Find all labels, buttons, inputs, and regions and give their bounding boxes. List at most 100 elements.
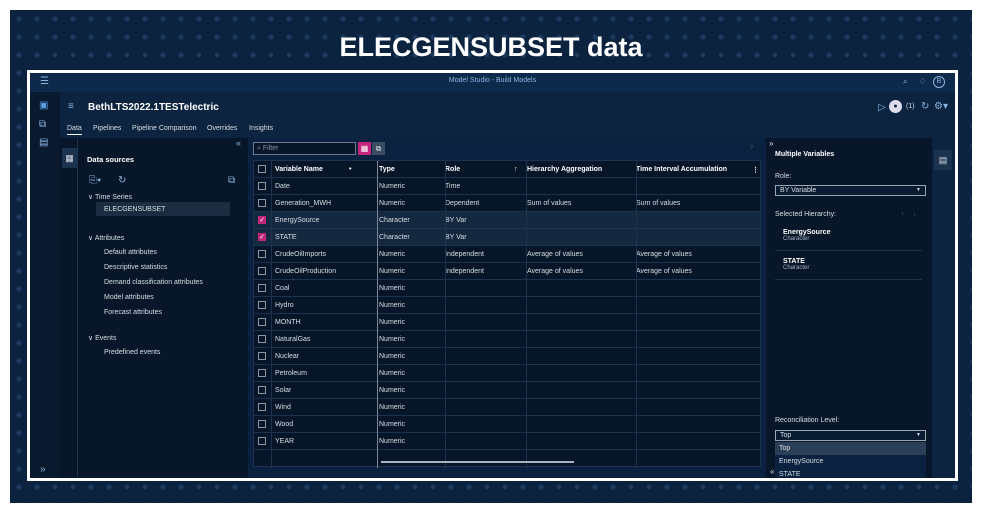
column-divider (526, 161, 527, 468)
refresh-icon[interactable]: ↻ (118, 175, 126, 186)
horizontal-scrollbar[interactable] (381, 461, 574, 463)
attributes-group[interactable]: ∨ Attributes (88, 234, 124, 242)
collapse-icon[interactable]: « (236, 138, 241, 148)
dropdown-option[interactable]: EnergySource (775, 455, 926, 468)
expand-icon[interactable]: » (40, 464, 46, 475)
user-avatar[interactable]: B (933, 76, 945, 88)
cell-type: Numeric (379, 251, 406, 258)
role-select[interactable]: BY Variable ▼ (775, 185, 926, 196)
cell-type: Numeric (379, 421, 406, 428)
table-row[interactable]: ✓ STATE Character BY Var (254, 229, 760, 246)
list-icon[interactable]: ≡ (68, 101, 74, 112)
table-row[interactable]: CrudeOilImports Numeric Independent Average… (254, 246, 760, 263)
table-row[interactable]: NaturalGas Numeric (254, 331, 760, 348)
table-row[interactable]: Wind Numeric (254, 399, 760, 416)
expand-panel-icon[interactable]: » (769, 139, 773, 148)
table-row[interactable]: Nuclear Numeric (254, 348, 760, 365)
filter-icon[interactable]: ▿ (750, 143, 754, 151)
dropdown-option[interactable]: Top (775, 442, 926, 455)
table-row[interactable]: Solar Numeric (254, 382, 760, 399)
slide-background: ELECGENSUBSET data ☰ Model Studio - Buil… (10, 10, 972, 503)
table-row[interactable]: CrudeOilProduction Numeric Independent Aver… (254, 263, 760, 280)
row-checkbox[interactable] (258, 403, 266, 411)
add-source-icon[interactable]: ⎘▾ (89, 175, 101, 186)
run-icon[interactable]: ▷ (878, 102, 886, 113)
tab-overrides[interactable]: Overrides (207, 125, 237, 132)
table-icon[interactable]: ▦ (62, 148, 77, 168)
hierarchy-item[interactable]: EnergySource Character (775, 222, 922, 251)
sort-asc-icon[interactable]: ↑ (514, 166, 518, 173)
properties-icon[interactable]: ▤ (934, 150, 952, 170)
data-table-item[interactable]: ELECGENSUBSET (96, 202, 230, 216)
table-row[interactable]: Petroleum Numeric (254, 365, 760, 382)
reconciliation-select[interactable]: Top ▼ (775, 430, 926, 441)
filter-input[interactable]: ⌕ Filter (253, 142, 356, 155)
column-header[interactable]: Hierarchy Aggregation (527, 166, 602, 173)
row-checkbox[interactable] (258, 284, 266, 292)
grid-view-icon[interactable]: ▦ (358, 142, 371, 155)
sort-icon[interactable]: • (349, 166, 351, 173)
row-checkbox[interactable] (258, 386, 266, 394)
attribute-item[interactable]: Descriptive statistics (104, 264, 167, 271)
table-row[interactable]: Coal Numeric (254, 280, 760, 297)
tab-pipeline-comparison[interactable]: Pipeline Comparison (132, 125, 197, 132)
attribute-item[interactable]: Model attributes (104, 294, 154, 301)
models-icon[interactable]: ▤ (39, 137, 48, 148)
table-row[interactable]: Hydro Numeric (254, 297, 760, 314)
data-sources-panel: ▦ « Data sources ⎘▾ ↻ ⧉ ∨ Time Series EL… (60, 138, 248, 478)
detail-view-icon[interactable]: ⧉ (372, 142, 385, 155)
row-checkbox[interactable] (258, 301, 266, 309)
cell-name: NaturalGas (275, 336, 311, 343)
attribute-item[interactable]: Default attributes (104, 249, 157, 256)
pipeline-icon[interactable]: ⧉ (39, 119, 46, 130)
time-series-label: Time Series (94, 194, 133, 201)
attribute-item[interactable]: Demand classification attributes (104, 279, 203, 286)
column-header[interactable]: Variable Name (275, 166, 323, 173)
tab-pipelines[interactable]: Pipelines (93, 125, 121, 132)
move-down-icon[interactable]: ↓ (913, 211, 917, 218)
table-row[interactable]: Generation_MWH Numeric Dependent Sum of val… (254, 195, 760, 212)
table-row[interactable]: Wood Numeric (254, 416, 760, 433)
row-checkbox[interactable]: ✓ (258, 233, 266, 241)
events-group[interactable]: ∨ Events (88, 334, 116, 342)
refresh-icon[interactable]: ↻ (921, 101, 929, 112)
settings-icon[interactable]: ⚙▾ (934, 101, 948, 112)
source-settings-icon[interactable]: ⧉ (228, 175, 235, 186)
collapse-panel-icon[interactable]: « (770, 467, 774, 476)
hierarchy-type: Character (783, 265, 810, 271)
row-checkbox[interactable] (258, 335, 266, 343)
tab-insights[interactable]: Insights (249, 125, 273, 132)
row-checkbox[interactable] (258, 318, 266, 326)
hierarchy-item[interactable]: STATE Character (775, 251, 922, 280)
row-checkbox[interactable] (258, 352, 266, 360)
row-checkbox[interactable] (258, 267, 266, 275)
time-series-group[interactable]: ∨ Time Series (88, 193, 132, 201)
row-checkbox[interactable] (258, 199, 266, 207)
column-header[interactable]: Type (379, 166, 395, 173)
column-header[interactable]: Role (445, 166, 460, 173)
select-all-checkbox[interactable] (258, 165, 266, 173)
table-row[interactable]: ✓ EnergySource Character BY Var (254, 212, 760, 229)
attribute-item[interactable]: Forecast attributes (104, 309, 162, 316)
table-row[interactable]: Date Numeric Time (254, 178, 760, 195)
chevron-down-icon: ▼ (916, 187, 921, 193)
users-icon[interactable]: ● (889, 100, 902, 113)
move-up-icon[interactable]: ↑ (901, 211, 905, 218)
column-header[interactable]: Time Interval Accumulation (636, 166, 727, 173)
column-menu-icon[interactable]: ⋮ (752, 166, 759, 174)
row-checkbox[interactable]: ✓ (258, 216, 266, 224)
row-checkbox[interactable] (258, 420, 266, 428)
tab-data[interactable]: Data (67, 125, 82, 135)
data-icon[interactable]: ▣ (39, 100, 48, 111)
table-row[interactable]: MONTH Numeric (254, 314, 760, 331)
row-checkbox[interactable] (258, 182, 266, 190)
dropdown-option[interactable]: STATE (775, 468, 926, 478)
row-checkbox[interactable] (258, 369, 266, 377)
row-checkbox[interactable] (258, 250, 266, 258)
search-icon[interactable]: ⌕ (903, 77, 907, 87)
column-divider[interactable] (377, 161, 378, 468)
table-row[interactable]: YEAR Numeric (254, 433, 760, 450)
bell-icon[interactable]: ♢ (919, 77, 926, 86)
event-item[interactable]: Predefined events (104, 349, 160, 356)
row-checkbox[interactable] (258, 437, 266, 445)
